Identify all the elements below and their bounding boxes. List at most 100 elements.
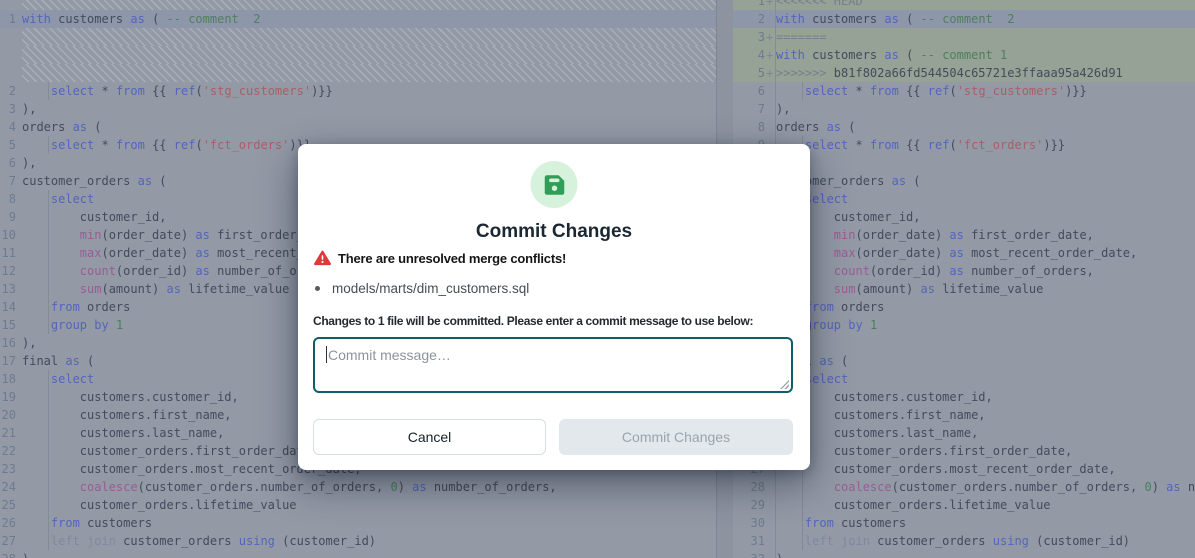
code-text[interactable]: customer_orders as ( <box>776 172 1195 190</box>
code-text[interactable]: select <box>776 190 1195 208</box>
code-line[interactable]: 5+>>>>>>> b81f802a66fd544504c65721e3ffaa… <box>733 64 1195 82</box>
commit-message-input[interactable]: Commit message… <box>313 337 793 393</box>
code-line[interactable]: 4orders as ( <box>0 118 716 136</box>
line-number: 16 <box>0 334 22 352</box>
indent-guide-line <box>48 532 49 550</box>
code-text[interactable]: group by 1 <box>776 316 1195 334</box>
code-text[interactable]: min(order_date) as first_order_date, <box>776 226 1195 244</box>
indent-guide-line <box>48 244 49 262</box>
code-text[interactable]: select * from {{ ref('stg_customers')}} <box>22 82 716 100</box>
code-text[interactable] <box>22 64 716 82</box>
code-text[interactable]: coalesce(customer_orders.number_of_order… <box>776 478 1195 496</box>
modal-title: Commit Changes <box>298 221 810 243</box>
bullet-icon <box>315 286 320 291</box>
code-line[interactable]: 26 from customers <box>0 514 716 532</box>
code-text[interactable]: >>>>>>> b81f802a66fd544504c65721e3ffaaa9… <box>776 64 1195 82</box>
code-line[interactable]: 3), <box>0 100 716 118</box>
code-text[interactable]: with customers as ( -- comment 1 <box>776 46 1195 64</box>
resize-handle[interactable] <box>780 380 789 389</box>
code-text[interactable]: ), <box>776 334 1195 352</box>
code-text[interactable]: with customers as ( -- comment 2 <box>22 10 716 28</box>
merge-conflict-warning: There are unresolved merge conflicts! <box>338 251 566 266</box>
indent-guide-line <box>48 262 49 280</box>
cancel-button[interactable]: Cancel <box>313 419 546 455</box>
code-line[interactable]: 25 customer_orders.lifetime_value <box>0 496 716 514</box>
code-text[interactable]: customers.last_name, <box>776 424 1195 442</box>
code-text[interactable]: with customers as ( -- comment 2 <box>776 10 1195 28</box>
code-text[interactable]: left join customer_orders using (custome… <box>22 532 716 550</box>
line-number: 26 <box>0 514 22 532</box>
code-line[interactable]: 2with customers as ( -- comment 2 <box>733 10 1195 28</box>
code-text[interactable]: customer_orders.lifetime_value <box>22 496 716 514</box>
code-text[interactable]: customers.first_name, <box>776 406 1195 424</box>
indent-guide-line <box>48 388 49 406</box>
line-number: 2 <box>0 82 22 100</box>
code-text[interactable]: select <box>776 370 1195 388</box>
code-text[interactable]: max(order_date) as most_recent_order_dat… <box>776 244 1195 262</box>
save-icon-badge <box>531 161 578 208</box>
indent-guide-line <box>48 514 49 532</box>
code-text[interactable]: from orders <box>776 298 1195 316</box>
code-line[interactable]: 32) <box>733 550 1195 558</box>
indent-guide-line <box>48 316 49 334</box>
indent-guide-line <box>48 424 49 442</box>
code-line[interactable]: 28 coalesce(customer_orders.number_of_or… <box>733 478 1195 496</box>
line-number: 24 <box>0 478 22 496</box>
line-number: 28 <box>0 550 22 558</box>
code-text[interactable]: orders as ( <box>776 118 1195 136</box>
code-text[interactable]: ======= <box>776 28 1195 46</box>
diff-filler-line <box>0 46 716 64</box>
code-line[interactable]: 28) <box>0 550 716 558</box>
code-line[interactable]: 4+with customers as ( -- comment 1 <box>733 46 1195 64</box>
code-text[interactable]: from customers <box>776 514 1195 532</box>
code-text[interactable] <box>22 0 716 10</box>
line-number: 6 <box>733 82 776 100</box>
code-line[interactable]: 6 select * from {{ ref('stg_customers')}… <box>733 82 1195 100</box>
code-text[interactable]: left join customer_orders using (custome… <box>776 532 1195 550</box>
line-number: 12 <box>0 262 22 280</box>
line-number: 2 <box>733 10 776 28</box>
code-text[interactable]: customer_orders.first_order_date, <box>776 442 1195 460</box>
code-line[interactable]: 3+======= <box>733 28 1195 46</box>
indent-guide-line <box>802 82 803 100</box>
indent-guide-line <box>48 190 49 208</box>
code-text[interactable]: ), <box>776 154 1195 172</box>
code-text[interactable]: <<<<<<< HEAD <box>776 0 1195 10</box>
line-number <box>0 64 22 82</box>
code-text[interactable]: coalesce(customer_orders.number_of_order… <box>22 478 716 496</box>
code-line[interactable]: 27 left join customer_orders using (cust… <box>0 532 716 550</box>
code-text[interactable]: count(order_id) as number_of_orders, <box>776 262 1195 280</box>
code-text[interactable]: ), <box>776 100 1195 118</box>
code-line[interactable]: 8orders as ( <box>733 118 1195 136</box>
code-line[interactable]: 1with customers as ( -- comment 2 <box>0 10 716 28</box>
code-text[interactable]: customer_orders.most_recent_order_date, <box>776 460 1195 478</box>
code-text[interactable]: customer_id, <box>776 208 1195 226</box>
code-text[interactable]: ), <box>22 100 716 118</box>
commit-changes-button[interactable]: Commit Changes <box>559 419 793 455</box>
line-number: 17 <box>0 352 22 370</box>
code-text[interactable]: select * from {{ ref('fct_orders')}} <box>776 136 1195 154</box>
code-text[interactable]: customers.customer_id, <box>776 388 1195 406</box>
code-line[interactable]: 30 from customers <box>733 514 1195 532</box>
code-text[interactable]: select * from {{ ref('stg_customers')}} <box>776 82 1195 100</box>
code-text[interactable]: final as ( <box>776 352 1195 370</box>
line-number: 3 <box>0 100 22 118</box>
line-number: 4+ <box>733 46 776 64</box>
commit-message-placeholder: Commit message… <box>328 347 451 363</box>
code-text[interactable] <box>22 28 716 46</box>
code-text[interactable]: from customers <box>22 514 716 532</box>
code-text[interactable]: ) <box>776 550 1195 558</box>
indent-guide-line <box>48 496 49 514</box>
code-line[interactable]: 31 left join customer_orders using (cust… <box>733 532 1195 550</box>
code-text[interactable]: orders as ( <box>22 118 716 136</box>
code-line[interactable]: 2 select * from {{ ref('stg_customers')}… <box>0 82 716 100</box>
indent-guide-line <box>48 280 49 298</box>
code-text[interactable] <box>22 46 716 64</box>
code-line[interactable]: 7), <box>733 100 1195 118</box>
code-text[interactable]: customer_orders.lifetime_value <box>776 496 1195 514</box>
code-line[interactable]: 29 customer_orders.lifetime_value <box>733 496 1195 514</box>
code-text[interactable]: sum(amount) as lifetime_value <box>776 280 1195 298</box>
code-line[interactable]: 24 coalesce(customer_orders.number_of_or… <box>0 478 716 496</box>
code-line[interactable]: 1+<<<<<<< HEAD <box>733 0 1195 10</box>
code-text[interactable]: ) <box>22 550 716 558</box>
